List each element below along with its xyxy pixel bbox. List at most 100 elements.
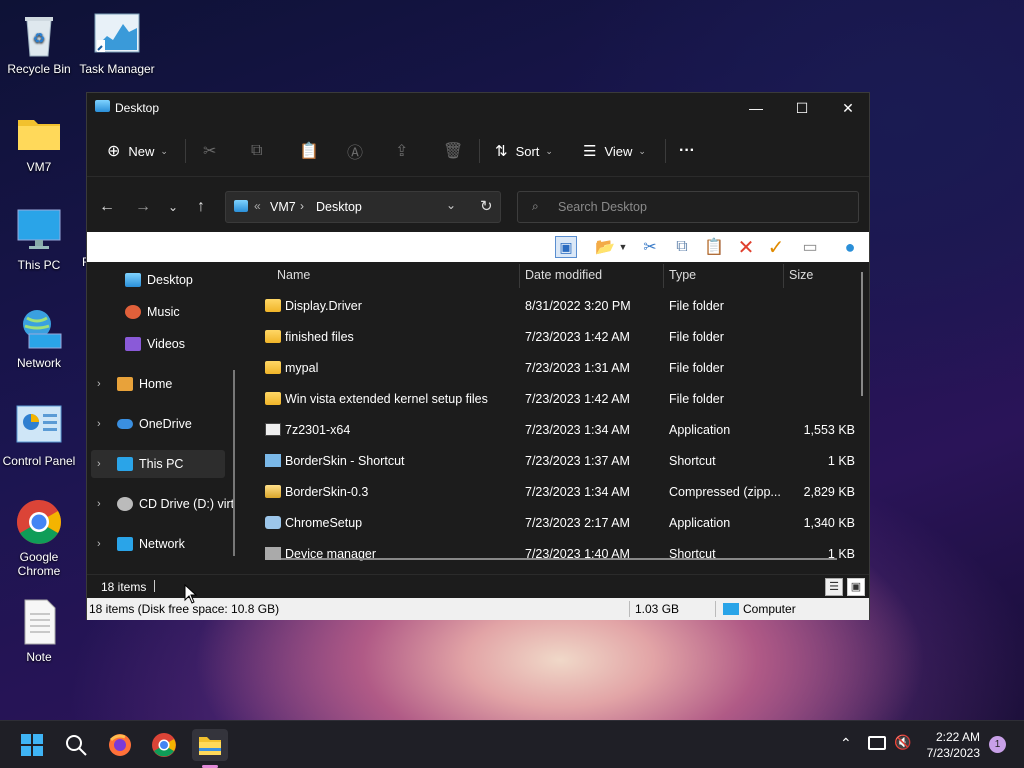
cut-button[interactable]: ✂ [203,137,216,165]
folder-icon [265,299,281,312]
copy-tool-button[interactable]: ⧉ [671,236,693,258]
nav-item-music[interactable]: Music [87,298,237,326]
properties-tool-button[interactable]: ▭ [799,236,821,258]
file-explorer-window: Desktop — ☐ ✕ ⊕ New ⌄ ✂ ⧉ 📋 Ⓐ ⇪ 🗑 ⇅ Sort… [86,92,870,620]
desktop-icon-control-panel[interactable]: Control Panel [1,402,77,468]
nav-item-onedrive[interactable]: › OneDrive [87,410,237,438]
chevron-down-icon: ⌄ [167,200,179,214]
vertical-scrollbar[interactable] [861,272,863,396]
breadcrumb-vm7[interactable]: VM7 [270,200,296,214]
file-row[interactable]: BorderSkin - Shortcut 7/23/2023 1:37 AM … [263,446,863,477]
volume-muted-icon[interactable]: 🔇 [894,734,911,751]
minimize-button[interactable]: — [733,93,779,123]
file-row[interactable]: BorderSkin-0.3 7/23/2023 1:34 AM Compres… [263,477,863,508]
monitor-icon [15,206,63,254]
show-hidden-icons-button[interactable]: ⌃ [840,735,852,752]
notification-badge[interactable]: 1 [989,736,1006,753]
nav-pane-scrollbar[interactable] [233,370,235,556]
forward-button[interactable]: → [131,195,155,219]
file-row[interactable]: mypal 7/23/2023 1:31 AM File folder [263,353,863,384]
nav-item-this-pc[interactable]: › This PC [91,450,225,478]
close-button[interactable]: ✕ [825,93,871,123]
preview-pane-toggle[interactable]: ▣ [555,236,577,258]
desktop-folder-icon [95,100,110,112]
column-header-name[interactable]: Name [277,262,310,288]
nav-item-home[interactable]: › Home [87,370,237,398]
breadcrumb-desktop[interactable]: Desktop [316,200,362,214]
divider [665,139,666,163]
new-label: New [128,143,155,159]
folder-icon [265,392,281,405]
file-row[interactable]: Display.Driver 8/31/2022 3:20 PM File fo… [263,291,863,322]
file-explorer-taskbar-button[interactable] [192,729,228,761]
search-box[interactable]: ⌕ Search Desktop [517,191,859,223]
network-status-icon[interactable] [868,736,886,750]
column-header-type[interactable]: Type [669,262,696,288]
red-x-icon: ✕ [737,236,755,259]
more-options-button[interactable]: ··· [679,137,695,165]
desktop-icon-this-pc[interactable]: This PC [1,206,77,272]
tiles-view-button[interactable]: ▣ [847,578,865,596]
title-bar[interactable]: Desktop — ☐ ✕ [87,93,869,123]
cut-tool-button[interactable]: ✂ [639,236,661,258]
dropdown-arrow[interactable]: ▼ [617,236,629,258]
nav-item-videos[interactable]: Videos [87,330,237,358]
desktop-icon-network[interactable]: Network [1,304,77,370]
sort-button[interactable]: ⇅ Sort ⌄ [495,137,553,165]
back-button[interactable]: ← [95,195,119,219]
search-input[interactable]: Search Desktop [558,200,647,214]
maximize-button[interactable]: ☐ [779,93,825,123]
sort-label: Sort [515,143,540,159]
desktop-icon [125,273,141,287]
paste-tool-button[interactable]: 📋 [703,236,725,258]
new-button[interactable]: ⊕ New ⌄ [107,137,168,165]
firefox-button[interactable] [104,729,136,761]
desktop-icon-vm7[interactable]: VM7 [1,108,77,174]
search-button[interactable] [60,729,92,761]
file-list: ⌃ Name Date modified Type Size Display.D… [263,262,869,574]
start-button[interactable] [16,729,48,761]
home-icon [117,377,133,391]
copy-button[interactable]: ⧉ [251,137,262,165]
clipboard-icon: 📋 [704,239,724,256]
rename-button[interactable]: Ⓐ [347,137,363,165]
globe-tool-button[interactable]: ● [839,236,861,258]
select-folder-button[interactable]: 📂 [591,236,619,258]
arrow-right-icon: → [135,198,151,215]
file-row[interactable]: finished files 7/23/2023 1:42 AM File fo… [263,322,863,353]
column-header-date[interactable]: Date modified [525,262,602,288]
details-view-button[interactable]: ☰ [825,578,843,596]
address-dropdown-button[interactable]: ⌄ [446,198,456,212]
up-button[interactable]: ↑ [189,195,213,219]
file-row[interactable]: Device manager 7/23/2023 1:40 AM Shortcu… [263,539,863,570]
clock[interactable]: 2:22 AM 7/23/2023 [927,729,980,761]
nav-item-cd-drive[interactable]: › CD Drive (D:) virt [87,490,237,518]
desktop-icon-note[interactable]: Note [1,598,77,664]
classic-toolbar: ▣ 📂 ▼ ✂ ⧉ 📋 ✕ ✓ ▭ ● [87,232,869,262]
delete-tool-button[interactable]: ✕ [735,236,757,259]
disk-free-status: 18 items (Disk free space: 10.8 GB) [89,602,280,616]
share-icon: ⇪ [395,143,409,160]
desktop-icon-google-chrome[interactable]: Google Chrome [1,498,77,578]
desktop-icon-task-manager[interactable]: Task Manager [79,10,155,76]
view-button[interactable]: ☰ View ⌄ [583,137,646,165]
file-row[interactable]: ChromeSetup 7/23/2023 2:17 AM Applicatio… [263,508,863,539]
paste-button[interactable]: 📋 [299,137,319,165]
delete-button[interactable]: 🗑 [443,137,463,165]
chrome-button[interactable] [148,729,180,761]
horizontal-scrollbar[interactable] [281,558,837,560]
refresh-icon[interactable]: ↻ [480,197,493,215]
address-bar[interactable]: « VM7 › Desktop ⌄ ↻ [225,191,501,223]
file-row[interactable]: Win vista extended kernel setup files 7/… [263,384,863,415]
nav-item-desktop[interactable]: Desktop [87,266,237,294]
share-button[interactable]: ⇪ [395,137,408,165]
column-header-size[interactable]: Size [789,262,813,288]
recent-locations-button[interactable]: ⌄ [161,195,185,219]
check-tool-button[interactable]: ✓ [765,236,787,259]
desktop-icon-label: Google Chrome [17,550,61,578]
nav-item-network[interactable]: › Network [87,530,237,558]
overflow-chevron[interactable]: « [254,199,261,213]
file-row[interactable]: 7z2301-x64 7/23/2023 1:34 AM Application… [263,415,863,446]
desktop-icon-recycle-bin[interactable]: ♻ Recycle Bin [1,10,77,76]
file-type: Shortcut [669,454,716,468]
